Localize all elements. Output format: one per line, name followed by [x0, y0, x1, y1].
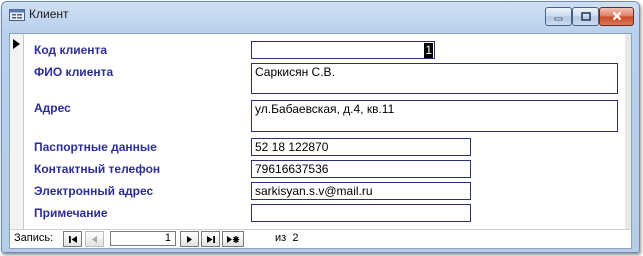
- previous-record-icon: [90, 235, 99, 244]
- new-record-button[interactable]: [222, 231, 244, 247]
- client-form-window: Клиент Код клиента 1 ФИО клиента Саркися…: [1, 1, 640, 253]
- window-title: Клиент: [29, 7, 69, 21]
- label-phone: Контактный телефон: [34, 162, 161, 176]
- phone-field[interactable]: 79616637536: [251, 160, 471, 178]
- label-email: Электронный адрес: [34, 184, 154, 198]
- client-id-value: 1: [424, 43, 433, 58]
- record-navigation-bar: Запись: 1 из 2: [11, 229, 630, 248]
- label-notes: Примечание: [34, 206, 108, 220]
- client-name-field[interactable]: Саркисян С.В.: [251, 63, 618, 94]
- vertical-scrollbar[interactable]: [625, 34, 631, 229]
- passport-field[interactable]: 52 18 122870: [251, 138, 471, 156]
- title-bar[interactable]: Клиент: [2, 2, 639, 26]
- last-record-button[interactable]: [201, 231, 220, 247]
- client-id-field[interactable]: 1: [251, 41, 435, 59]
- first-record-button[interactable]: [63, 231, 82, 247]
- last-record-icon: [206, 235, 216, 244]
- record-selector[interactable]: [10, 34, 24, 229]
- minimize-icon: [554, 8, 563, 26]
- next-record-button[interactable]: [180, 231, 199, 247]
- record-count-label: из 2: [275, 232, 298, 244]
- form-icon: [9, 8, 25, 21]
- of-label: из: [275, 232, 287, 244]
- first-record-icon: [68, 235, 78, 244]
- previous-record-button[interactable]: [85, 231, 104, 247]
- label-passport: Паспортные данные: [34, 140, 157, 154]
- address-field[interactable]: ул.Бабаевская, д.4, кв.11: [251, 100, 618, 132]
- minimize-button[interactable]: [545, 7, 572, 26]
- next-record-icon: [185, 235, 194, 244]
- maximize-button[interactable]: [572, 7, 599, 26]
- new-record-icon: [226, 235, 240, 244]
- form-detail-area: Код клиента 1 ФИО клиента Саркисян С.В. …: [9, 33, 632, 249]
- total-records: 2: [292, 232, 299, 244]
- label-address: Адрес: [34, 101, 71, 115]
- close-button[interactable]: [599, 7, 634, 26]
- current-record-pointer-icon: [13, 39, 20, 49]
- label-client-id: Код клиента: [34, 43, 108, 57]
- email-field[interactable]: sarkisyan.s.v@mail.ru: [251, 182, 471, 200]
- current-record-input[interactable]: 1: [110, 231, 176, 246]
- label-client-name: ФИО клиента: [34, 65, 114, 79]
- close-icon: [612, 8, 622, 26]
- record-caption: Запись:: [14, 232, 54, 244]
- maximize-icon: [580, 8, 591, 26]
- notes-field[interactable]: [251, 204, 471, 222]
